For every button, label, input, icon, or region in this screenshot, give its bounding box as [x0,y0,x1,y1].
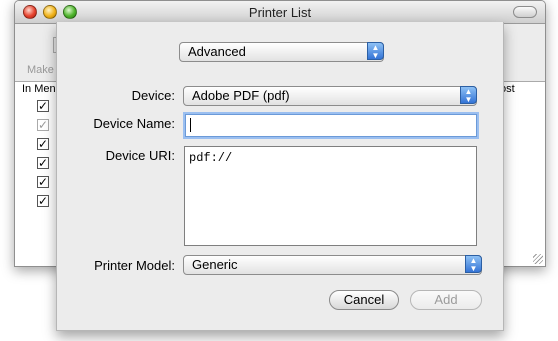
make-default-label[interactable]: Make [27,64,54,76]
column-header-in-menu[interactable]: In Men [22,83,56,95]
popup-arrows-icon: ▲ ▼ [465,255,482,273]
device-popup[interactable]: Adobe PDF (pdf) ▲ ▼ [183,86,477,106]
popup-arrows-icon: ▲ ▼ [460,86,477,104]
mode-popup[interactable]: Advanced ▲ ▼ [179,42,384,62]
device-uri-textarea[interactable]: pdf:// [184,146,477,246]
toolbar-toggle-button[interactable] [513,6,537,18]
printer-model-popup-value: Generic [192,257,238,272]
in-menu-checkbox[interactable]: ✓ [37,157,49,169]
add-button[interactable]: Add [410,290,482,310]
title-bar[interactable]: Printer List [15,1,545,24]
in-menu-checkbox[interactable]: ✓ [37,176,49,188]
device-popup-value: Adobe PDF (pdf) [192,88,290,103]
cancel-button[interactable]: Cancel [329,290,399,310]
printer-model-label: Printer Model: [94,258,175,273]
add-printer-sheet: Advanced ▲ ▼ Device: Adobe PDF (pdf) ▲ ▼ D… [56,22,504,331]
in-menu-checkbox[interactable]: ✓ [37,138,49,150]
text-caret [190,118,191,132]
in-menu-checkbox[interactable]: ✓ [37,100,49,112]
device-name-label: Device Name: [93,116,175,131]
window-title: Printer List [248,5,312,20]
popup-arrows-icon: ▲ ▼ [367,42,384,60]
mode-popup-value: Advanced [188,44,246,59]
in-menu-checkbox[interactable]: ✓ [37,195,49,207]
in-menu-checkbox[interactable]: ✓ [37,119,49,131]
device-name-input[interactable] [185,114,477,137]
resize-handle[interactable] [533,254,543,264]
device-label: Device: [131,88,175,103]
device-uri-label: Device URI: [105,148,175,163]
device-uri-value: pdf:// [189,151,233,165]
printer-model-popup[interactable]: Generic ▲ ▼ [183,255,482,275]
